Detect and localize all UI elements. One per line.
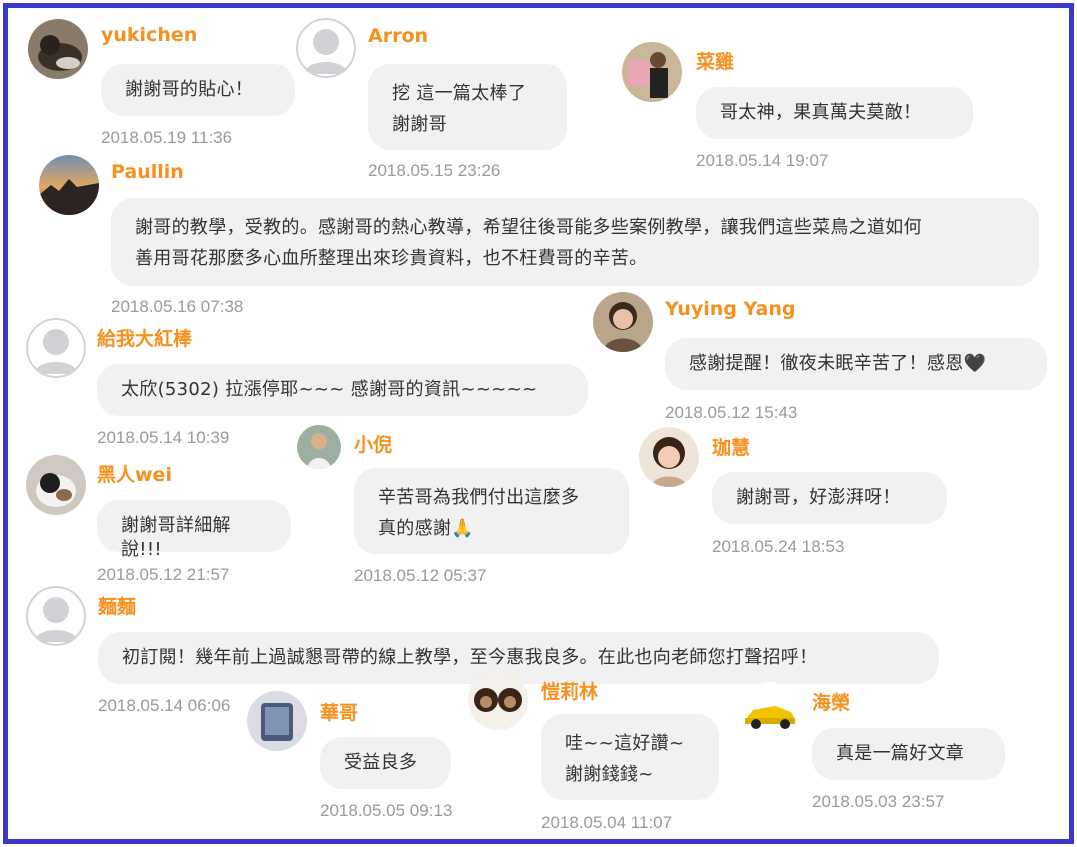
commenter-name[interactable]: Paullin <box>111 161 184 183</box>
commenter-name[interactable]: 麵麵 <box>98 592 136 619</box>
comment-text: 挖 這一篇太棒了 謝謝哥 <box>368 64 567 150</box>
commenter-name[interactable]: 華哥 <box>320 698 358 725</box>
commenter-name[interactable]: 珈慧 <box>712 433 750 460</box>
man-photo-avatar[interactable] <box>297 425 341 469</box>
comment-timestamp: 2018.05.05 09:13 <box>320 801 453 820</box>
comment-text: 太欣(5302) 拉漲停耶~~~ 感謝哥的資訊~~~~~ <box>97 364 588 416</box>
default-user-avatar[interactable] <box>26 318 86 378</box>
person-photo-avatar[interactable] <box>622 42 682 102</box>
girl-photo-avatar[interactable] <box>639 427 699 487</box>
default-user-avatar[interactable] <box>26 586 86 646</box>
comment-text: 真是一篇好文章 <box>812 728 1005 780</box>
comment-text: 哇~~這好讚~ 謝謝錢錢~ <box>541 714 719 800</box>
monkeys-photo-avatar[interactable] <box>468 670 528 730</box>
commenter-name[interactable]: Yuying Yang <box>665 298 796 320</box>
car-photo-avatar[interactable] <box>739 682 799 742</box>
commenter-name[interactable]: Arron <box>368 25 428 47</box>
woman-photo-avatar[interactable] <box>593 292 653 352</box>
comment-text: 謝謝哥的貼心！ <box>101 64 295 116</box>
comment-text: 初訂閱！幾年前上過誠懇哥帶的線上教學，至今惠我良多。在此也向老師您打聲招呼！ <box>98 632 939 684</box>
commenter-name[interactable]: 海榮 <box>812 688 850 715</box>
default-user-avatar[interactable] <box>296 18 356 78</box>
comment-timestamp: 2018.05.14 19:07 <box>696 151 829 170</box>
comment-timestamp: 2018.05.19 11:36 <box>101 128 233 147</box>
comment-timestamp: 2018.05.12 15:43 <box>665 403 798 422</box>
comment-timestamp: 2018.05.14 10:39 <box>97 428 230 447</box>
comment-text: 謝謝哥，好澎湃呀！ <box>712 472 947 524</box>
comment-timestamp: 2018.05.16 07:38 <box>111 297 244 316</box>
cat-photo-avatar[interactable] <box>28 19 88 79</box>
comment-timestamp: 2018.05.12 05:37 <box>354 566 487 585</box>
comment-text: 受益良多 <box>320 737 451 789</box>
cat-photo-avatar[interactable] <box>26 455 86 515</box>
comment-timestamp: 2018.05.04 11:07 <box>541 813 673 832</box>
comment-timestamp: 2018.05.15 23:26 <box>368 161 501 180</box>
photo-avatar[interactable] <box>247 691 307 751</box>
commenter-name[interactable]: 黑人wei <box>97 460 172 487</box>
commenter-name[interactable]: 菜雞 <box>696 47 734 74</box>
comment-timestamp: 2018.05.14 06:06 <box>98 696 231 715</box>
sunset-photo-avatar[interactable] <box>39 155 99 215</box>
comment-timestamp: 2018.05.12 21:57 <box>97 565 230 584</box>
comment-timestamp: 2018.05.03 23:57 <box>812 792 945 811</box>
comment-text: 感謝提醒！徹夜未眠辛苦了！感恩🖤 <box>665 338 1047 390</box>
commenter-name[interactable]: yukichen <box>101 24 197 46</box>
commenter-name[interactable]: 愷莉林 <box>541 677 598 704</box>
commenter-name[interactable]: 給我大紅棒 <box>97 324 192 351</box>
comment-text: 謝謝哥詳細解說!!! <box>97 500 291 560</box>
commenter-name[interactable]: 小倪 <box>354 430 392 457</box>
comment-timestamp: 2018.05.24 18:53 <box>712 537 845 556</box>
comment-text: 哥太神，果真萬夫莫敵！ <box>696 87 973 139</box>
comment-text: 謝哥的教學，受教的。感謝哥的熱心教導，希望往後哥能多些案例教學，讓我們這些菜鳥之… <box>111 198 1039 286</box>
comment-text: 辛苦哥為我們付出這麼多 真的感謝🙏 <box>354 468 629 554</box>
